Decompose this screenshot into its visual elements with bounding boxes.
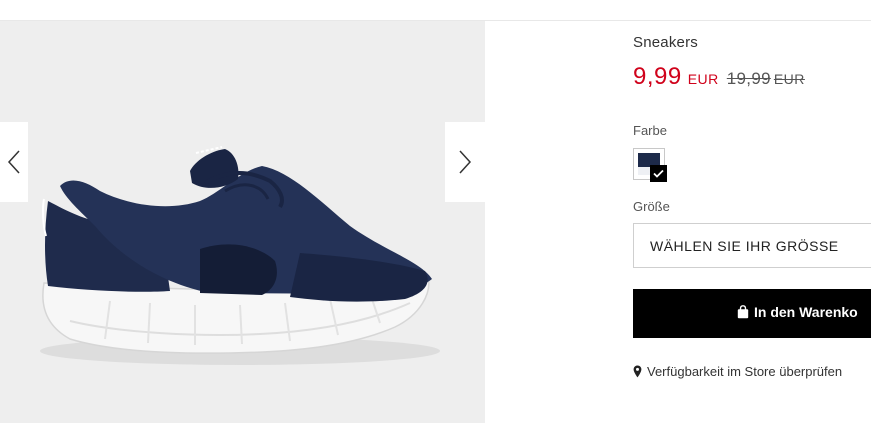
next-image-button[interactable] xyxy=(445,122,485,202)
add-to-cart-content: In den Warenko xyxy=(737,304,858,320)
sale-currency: EUR xyxy=(687,71,719,87)
product-info: Sneakers 9,99 EUR 19,99 EUR Farbe Größe WÄH… xyxy=(633,0,871,423)
add-to-cart-button[interactable]: In den Warenko xyxy=(633,289,871,338)
chevron-right-icon xyxy=(459,150,472,174)
check-icon xyxy=(650,165,667,182)
price-row: 9,99 EUR 19,99 EUR xyxy=(633,63,805,91)
original-currency: EUR xyxy=(773,71,805,87)
chevron-left-icon xyxy=(7,150,20,174)
map-pin-icon xyxy=(633,365,642,378)
swatch-color-fill-lower xyxy=(638,167,650,175)
store-availability-link[interactable]: Verfügbarkeit im Store überprüfen xyxy=(633,364,842,379)
color-swatch-navy[interactable] xyxy=(633,148,667,182)
prev-image-button[interactable] xyxy=(0,122,28,202)
size-label: Größe xyxy=(633,199,670,214)
original-price: 19,99 xyxy=(726,69,771,88)
product-gallery xyxy=(0,21,485,423)
shopping-bag-icon xyxy=(737,305,749,319)
size-select-placeholder: WÄHLEN SIE IHR GRÖSSE xyxy=(650,238,839,254)
size-select[interactable]: WÄHLEN SIE IHR GRÖSSE xyxy=(633,223,871,268)
add-to-cart-label: In den Warenko xyxy=(754,304,858,320)
product-title: Sneakers xyxy=(633,34,698,51)
product-page: Sneakers 9,99 EUR 19,99 EUR Farbe Größe WÄH… xyxy=(0,0,871,423)
product-image[interactable] xyxy=(0,21,485,423)
sale-price: 9,99 xyxy=(633,63,682,90)
color-label: Farbe xyxy=(633,123,667,138)
store-availability-label: Verfügbarkeit im Store überprüfen xyxy=(647,364,843,379)
